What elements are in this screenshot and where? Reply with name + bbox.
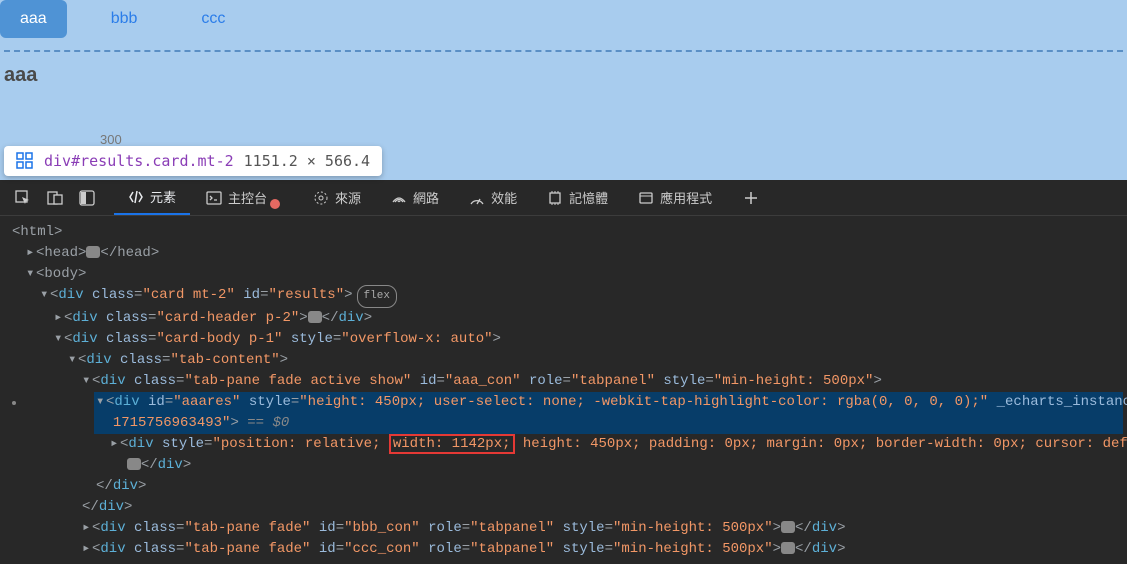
dom-node-head[interactable]: ▸<head></head>	[24, 243, 1123, 264]
dom-node-body[interactable]: ▾<body>	[24, 264, 1123, 285]
inspect-element-tooltip: div#results.card.mt-2 1151.2 × 566.4	[4, 146, 382, 176]
dom-node-tabpane-bbb[interactable]: ▸<div class="tab-pane fade" id="bbb_con"…	[80, 518, 1123, 539]
elements-tab-label: 元素	[150, 187, 176, 206]
dom-close-tabpane-aaa[interactable]: </div>	[80, 497, 1123, 518]
tab-bbb[interactable]: bbb	[91, 0, 158, 38]
dom-node-inner-div-close[interactable]: </div>	[108, 455, 1123, 476]
devtools-tab-console[interactable]: 主控台	[192, 180, 297, 215]
page-tabs: aaa bbb ccc	[0, 0, 1127, 38]
dom-node-tabpane-aaa[interactable]: ▾<div class="tab-pane fade active show" …	[80, 371, 1123, 392]
devtools-tab-memory[interactable]: 記憶體	[533, 180, 622, 215]
network-tab-label: 網路	[413, 188, 439, 207]
tooltip-dimensions: 1151.2 × 566.4	[244, 152, 370, 170]
add-tab-icon[interactable]	[736, 183, 766, 213]
dom-node-card-body[interactable]: ▾<div class="card-body p-1" style="overf…	[52, 329, 1123, 350]
devtools-panel: 元素 主控台 來源 網路 效能 記憶體 應用程式	[0, 180, 1127, 564]
flex-grid-icon	[16, 152, 34, 170]
application-tab-label: 應用程式	[660, 188, 712, 207]
inspect-element-icon[interactable]	[8, 183, 38, 213]
console-error-badge	[270, 199, 280, 209]
rendered-page-highlight: aaa bbb ccc aaa 300 div#results.card.mt-…	[0, 0, 1127, 180]
chart-axis-tick: 300	[100, 132, 122, 147]
devtools-tab-performance[interactable]: 效能	[455, 180, 531, 215]
dom-node-aaares-line2[interactable]: 1715756963493"> == $0	[94, 413, 1123, 434]
devtools-tabbar: 元素 主控台 來源 網路 效能 記憶體 應用程式	[0, 180, 1127, 216]
sources-tab-label: 來源	[335, 188, 361, 207]
dom-tree[interactable]: <html> ▸<head></head> ▾<body> ▾<div clas…	[0, 216, 1127, 564]
console-tab-label: 主控台	[228, 188, 267, 207]
dom-node-inner-div[interactable]: ▸<div style="position: relative; width: …	[108, 434, 1123, 455]
dom-node-html[interactable]: <html>	[10, 222, 1123, 243]
devtools-tab-sources[interactable]: 來源	[299, 180, 375, 215]
tab-ccc[interactable]: ccc	[181, 0, 245, 38]
dom-node-tab-content[interactable]: ▾<div class="tab-content">	[66, 350, 1123, 371]
tab-aaa[interactable]: aaa	[0, 0, 67, 38]
flex-badge[interactable]: flex	[357, 285, 397, 308]
performance-tab-label: 效能	[491, 188, 517, 207]
dom-node-card-header[interactable]: ▸<div class="card-header p-2"></div>	[52, 308, 1123, 329]
dom-node-results[interactable]: ▾<div class="card mt-2" id="results">fle…	[38, 285, 1123, 308]
memory-tab-label: 記憶體	[569, 188, 608, 207]
devtools-tab-network[interactable]: 網路	[377, 180, 453, 215]
dom-close-aaares[interactable]: </div>	[94, 476, 1123, 497]
highlighted-style-width: width: 1142px;	[389, 434, 515, 454]
dom-node-tabpane-ccc[interactable]: ▸<div class="tab-pane fade" id="ccc_con"…	[80, 539, 1123, 560]
dock-side-icon[interactable]	[72, 183, 102, 213]
devtools-tab-elements[interactable]: 元素	[114, 180, 190, 215]
tab-content-title: aaa	[0, 52, 1127, 87]
device-toolbar-icon[interactable]	[40, 183, 70, 213]
dom-node-aaares[interactable]: ▾<div id="aaares" style="height: 450px; …	[94, 392, 1123, 413]
tooltip-selector: div#results.card.mt-2	[44, 152, 234, 170]
devtools-tab-application[interactable]: 應用程式	[624, 180, 726, 215]
